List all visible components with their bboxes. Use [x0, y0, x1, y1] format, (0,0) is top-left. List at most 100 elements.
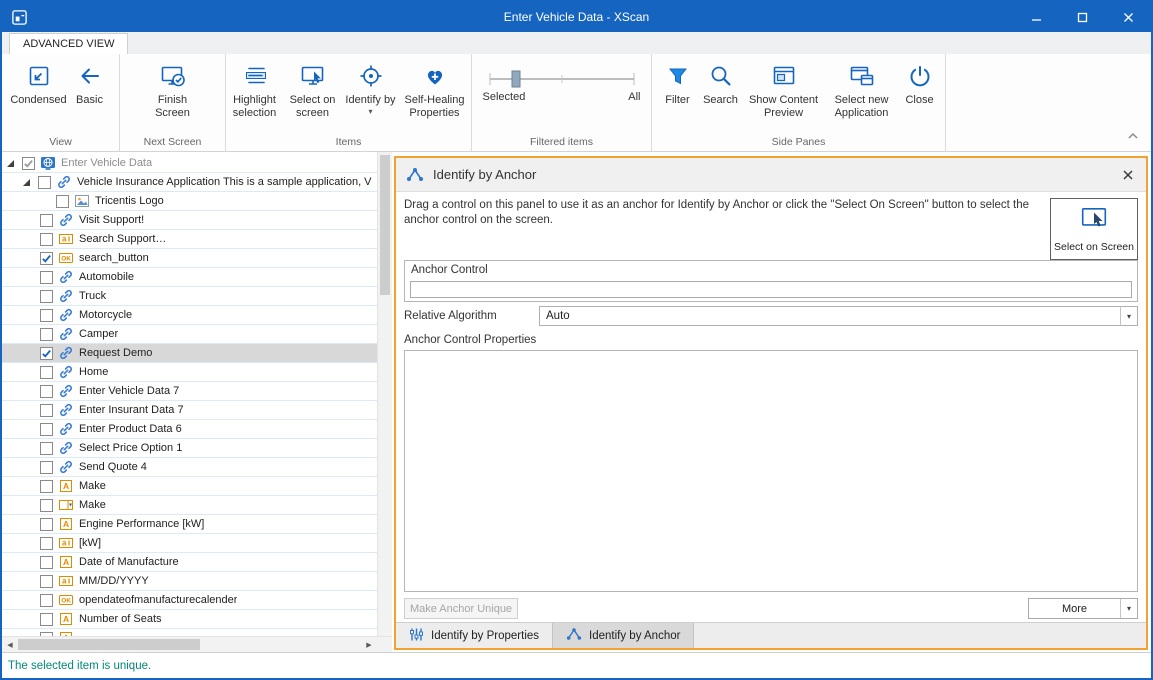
image-icon: [74, 193, 90, 209]
tree-row[interactable]: a[kW]: [2, 534, 377, 553]
select-on-screen-ribbon-button[interactable]: Select on screen: [283, 59, 343, 133]
relative-algorithm-select[interactable]: Auto ▾: [539, 306, 1138, 326]
tree-row[interactable]: Tricentis Logo: [2, 192, 377, 211]
tree-item-checkbox[interactable]: [40, 613, 53, 626]
tree-item-label: Tricentis Logo: [95, 195, 164, 207]
chevron-down-icon[interactable]: ▾: [1120, 307, 1137, 325]
tree-item-checkbox[interactable]: [40, 537, 53, 550]
close-icon[interactable]: [1123, 170, 1133, 180]
vertical-scroll-thumb[interactable]: [380, 155, 390, 295]
tree-item-checkbox[interactable]: [40, 518, 53, 531]
tree-item-checkbox[interactable]: [40, 594, 53, 607]
tree-item-checkbox[interactable]: [40, 480, 53, 493]
tree-row[interactable]: Visit Support!: [2, 211, 377, 230]
close-button[interactable]: [1105, 2, 1151, 32]
tree-row[interactable]: Motorcycle: [2, 306, 377, 325]
close-pane-button[interactable]: Close: [900, 59, 940, 133]
tree-item-label: Enter Vehicle Data: [61, 157, 152, 169]
tab-identify-by-properties[interactable]: Identify by Properties: [396, 623, 552, 648]
tree-item-checkbox[interactable]: [40, 290, 53, 303]
tree-row[interactable]: Home: [2, 363, 377, 382]
tree-row[interactable]: Send Quote 4: [2, 458, 377, 477]
tree-row[interactable]: AMake: [2, 477, 377, 496]
tree-item-checkbox[interactable]: [56, 195, 69, 208]
scroll-right-icon[interactable]: ▶: [361, 637, 377, 652]
tree-row[interactable]: AEngine Performance [kW]: [2, 515, 377, 534]
tree-row[interactable]: OKopendateofmanufacturecalender: [2, 591, 377, 610]
textfield-icon: a: [58, 231, 74, 247]
tree-item-checkbox[interactable]: [40, 271, 53, 284]
tree-row[interactable]: Automobile: [2, 268, 377, 287]
label-icon: A: [58, 611, 74, 627]
tree-row[interactable]: ADate of Manufacture: [2, 553, 377, 572]
tree-item-checkbox[interactable]: [40, 404, 53, 417]
select-new-application-button[interactable]: Select new Application: [824, 59, 900, 133]
chevron-down-icon[interactable]: ▾: [1120, 599, 1137, 618]
tree-row[interactable]: Request Demo: [2, 344, 377, 363]
show-content-preview-icon: [771, 61, 797, 91]
tree-row[interactable]: Enter Vehicle Data 7: [2, 382, 377, 401]
condensed-button[interactable]: Condensed: [10, 59, 68, 133]
anchor-control-input[interactable]: [410, 281, 1132, 298]
show-content-preview-button[interactable]: Show Content Preview: [744, 59, 824, 133]
tree-item-checkbox[interactable]: [38, 176, 51, 189]
tree-row[interactable]: aMM/DD/YYYY: [2, 572, 377, 591]
tree-row[interactable]: ANumber of Seats: [2, 610, 377, 629]
select-on-screen-button[interactable]: Select on Screen: [1050, 198, 1138, 260]
tree-item-checkbox[interactable]: [40, 461, 53, 474]
more-button[interactable]: More ▾: [1028, 598, 1138, 619]
tree-item-checkbox[interactable]: [40, 328, 53, 341]
scroll-left-icon[interactable]: ◀: [2, 637, 18, 652]
tree-row[interactable]: Select Price Option 1: [2, 439, 377, 458]
tree-row[interactable]: OKsearch_button: [2, 249, 377, 268]
highlight-selection-button[interactable]: Highlight selection: [227, 59, 283, 133]
tree-item-label: Send Quote 4: [79, 461, 147, 473]
tree-item-checkbox[interactable]: [22, 157, 35, 170]
identify-by-anchor-pane: Identify by Anchor Drag a control on thi…: [394, 156, 1148, 650]
tree-row[interactable]: Make: [2, 496, 377, 515]
horizontal-scroll-thumb[interactable]: [18, 639, 200, 650]
maximize-button[interactable]: [1059, 2, 1105, 32]
expander-icon[interactable]: [6, 159, 22, 168]
tree-row[interactable]: Enter Insurant Data 7: [2, 401, 377, 420]
tree-row[interactable]: Enter Vehicle Data: [2, 154, 377, 173]
tab-advanced-view[interactable]: ADVANCED VIEW: [9, 33, 128, 54]
tree-item-checkbox[interactable]: [40, 423, 53, 436]
tree-item-checkbox[interactable]: [40, 214, 53, 227]
self-healing-properties-button[interactable]: Self-Healing Properties: [399, 59, 471, 133]
ribbon-collapse-button[interactable]: [1127, 127, 1139, 145]
tree-item-checkbox[interactable]: [40, 347, 53, 360]
tree-row[interactable]: Vehicle Insurance Application This is a …: [2, 173, 377, 192]
tree-row[interactable]: A: [2, 629, 377, 636]
tree-row[interactable]: Truck: [2, 287, 377, 306]
tree-row[interactable]: aSearch Support…: [2, 230, 377, 249]
tree-item-checkbox[interactable]: [40, 233, 53, 246]
finish-screen-button[interactable]: Finish Screen: [143, 59, 203, 133]
make-anchor-unique-button[interactable]: Make Anchor Unique: [404, 598, 518, 619]
tab-identify-by-anchor[interactable]: Identify by Anchor: [552, 623, 694, 648]
filter-button[interactable]: Filter: [658, 59, 698, 133]
tree-item-checkbox[interactable]: [40, 252, 53, 265]
search-button[interactable]: Search: [698, 59, 744, 133]
expander-icon[interactable]: [22, 178, 38, 187]
ribbon-group-view: Condensed Basic View: [2, 54, 120, 151]
tree-vertical-scrollbar[interactable]: [377, 152, 392, 636]
tree-item-checkbox[interactable]: [40, 499, 53, 512]
tree-item-checkbox[interactable]: [40, 442, 53, 455]
finish-screen-icon: [159, 61, 187, 91]
filtered-items-slider[interactable]: Selected All: [472, 54, 651, 103]
tree-item-checkbox[interactable]: [40, 556, 53, 569]
tree-row[interactable]: Enter Product Data 6: [2, 420, 377, 439]
tree-item-checkbox[interactable]: [40, 366, 53, 379]
tree-item-checkbox[interactable]: [40, 385, 53, 398]
tree-item-checkbox[interactable]: [40, 575, 53, 588]
tree-row[interactable]: Camper: [2, 325, 377, 344]
identify-by-button[interactable]: Identify by ▾: [343, 59, 399, 133]
tree-horizontal-scrollbar[interactable]: ◀ ▶: [2, 636, 392, 652]
basic-button[interactable]: Basic: [68, 59, 112, 133]
link-icon: [58, 326, 74, 342]
search-icon: [708, 61, 734, 91]
minimize-button[interactable]: [1013, 2, 1059, 32]
tree-item-checkbox[interactable]: [40, 309, 53, 322]
tree-item-label: Make: [79, 480, 106, 492]
